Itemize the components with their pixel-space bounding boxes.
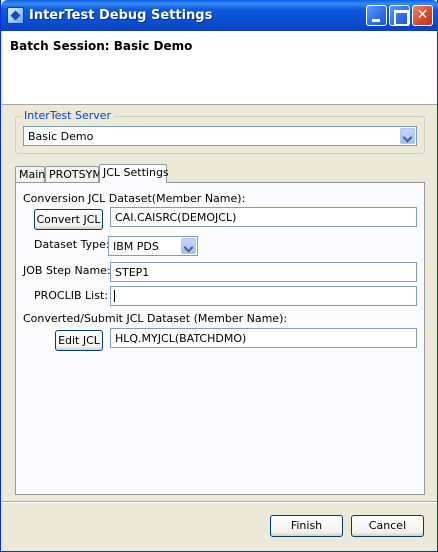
proclib-field[interactable] xyxy=(110,286,417,306)
app-icon xyxy=(7,7,24,24)
dialog-window: InterTest Debug Settings ✕ Batch Session… xyxy=(0,0,438,552)
dialog-header: Batch Session: Basic Demo xyxy=(2,31,437,105)
server-group-label: InterTest Server xyxy=(21,109,115,122)
close-icon: ✕ xyxy=(416,7,429,23)
page-title: Batch Session: Basic Demo xyxy=(10,39,193,53)
conversion-dataset-label: Conversion JCL Dataset(Member Name): xyxy=(23,192,246,205)
minimize-button[interactable] xyxy=(366,5,387,26)
conversion-dataset-value: CAI.CAISRC(DEMOJCL) xyxy=(115,211,237,224)
tab-protsym-label: PROTSYM xyxy=(49,168,102,181)
dataset-type-value: IBM PDS xyxy=(113,240,159,253)
cancel-button[interactable]: Cancel xyxy=(351,515,424,537)
maximize-button[interactable] xyxy=(389,5,410,26)
title-bar[interactable]: InterTest Debug Settings ✕ xyxy=(1,0,438,31)
close-button[interactable]: ✕ xyxy=(412,5,433,26)
tab-jcl-settings-label: JCL Settings xyxy=(103,166,169,179)
tab-protsym[interactable]: PROTSYM xyxy=(45,166,102,182)
convert-jcl-button[interactable]: Convert JCL xyxy=(34,209,103,230)
tab-main[interactable]: Main xyxy=(15,166,45,182)
job-step-value: STEP1 xyxy=(115,266,150,279)
job-step-field[interactable]: STEP1 xyxy=(110,262,417,282)
chevron-down-icon[interactable] xyxy=(400,128,415,144)
server-select[interactable]: Basic Demo xyxy=(23,126,417,146)
dataset-type-label: Dataset Type: xyxy=(34,238,110,251)
tab-main-label: Main xyxy=(19,168,46,181)
server-select-value: Basic Demo xyxy=(28,130,94,143)
chevron-down-icon[interactable] xyxy=(181,238,196,254)
edit-jcl-button[interactable]: Edit JCL xyxy=(55,330,103,351)
conversion-dataset-field[interactable]: CAI.CAISRC(DEMOJCL) xyxy=(110,207,417,227)
job-step-label: JOB Step Name: xyxy=(23,264,111,277)
converted-dataset-field[interactable]: HLQ.MYJCL(BATCHDMO) xyxy=(110,328,417,348)
tab-jcl-settings[interactable]: JCL Settings xyxy=(99,164,169,183)
footer-divider xyxy=(2,501,437,503)
converted-dataset-value: HLQ.MYJCL(BATCHDMO) xyxy=(115,332,247,345)
proclib-label: PROCLIB List: xyxy=(34,289,108,302)
dataset-type-select[interactable]: IBM PDS xyxy=(108,236,198,256)
window-title: InterTest Debug Settings xyxy=(29,8,213,23)
finish-button[interactable]: Finish xyxy=(270,515,343,537)
converted-dataset-label: Converted/Submit JCL Dataset (Member Nam… xyxy=(23,312,288,325)
text-caret xyxy=(114,290,115,302)
